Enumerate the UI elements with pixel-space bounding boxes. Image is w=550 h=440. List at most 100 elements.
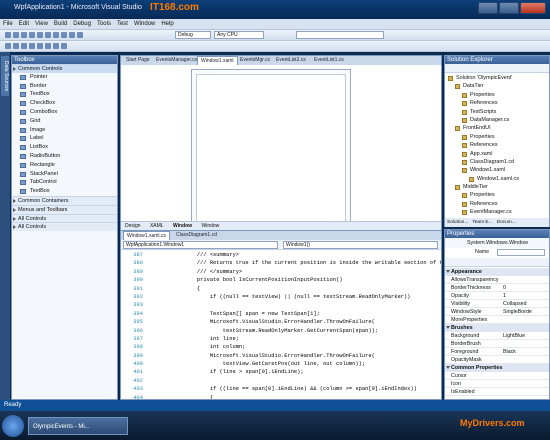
cut-icon[interactable] <box>37 32 43 38</box>
window-breadcrumb-2[interactable]: Window <box>198 223 224 229</box>
solution-tree-item[interactable]: References <box>445 200 549 208</box>
indent-icon[interactable] <box>29 43 35 49</box>
platform-combo[interactable]: Any CPU <box>214 31 264 39</box>
property-value[interactable]: LightBlue <box>503 332 525 340</box>
start-button-icon[interactable] <box>2 415 24 437</box>
toolbox-group[interactable]: All Controls <box>12 222 117 232</box>
minimize-button[interactable] <box>478 2 498 14</box>
explorer-tab[interactable]: Docum... <box>495 220 518 225</box>
property-row[interactable]: WindowStyle SingleBorde <box>445 308 549 316</box>
outdent-icon[interactable] <box>37 43 43 49</box>
property-row[interactable]: Cursor <box>445 372 549 380</box>
menu-window[interactable]: Window <box>131 19 158 27</box>
menu-test[interactable]: Test <box>114 19 131 27</box>
tab-window1-xaml-cs[interactable]: Window1.xaml.cs <box>123 231 170 240</box>
menu-build[interactable]: Build <box>51 19 70 27</box>
solution-tree-item[interactable]: Properties <box>445 91 549 99</box>
code-text-area[interactable]: 387 /// <summary> 388 /// Returns true if… <box>121 251 441 399</box>
toolbox-item-grid[interactable]: Grid <box>12 117 117 126</box>
solution-tree-item[interactable]: App.xaml <box>445 150 549 158</box>
property-row[interactable]: MoreProperties <box>445 316 549 324</box>
toolbox-item-border[interactable]: Border <box>12 82 117 91</box>
property-row[interactable]: AllowsTransparency <box>445 276 549 284</box>
designer-tab[interactable]: EventsMgr.cs <box>237 56 273 65</box>
window1-design-surface[interactable] <box>191 69 351 229</box>
toolbox-group[interactable]: All Controls <box>12 213 117 223</box>
toolbox-item-stackpanel[interactable]: StackPanel <box>12 170 117 179</box>
property-value[interactable]: Collapsed <box>503 300 527 308</box>
open-icon[interactable] <box>13 32 19 38</box>
property-row[interactable]: BorderThickness 0 <box>445 284 549 292</box>
solution-tree-item[interactable]: EventManager.cs <box>445 208 549 216</box>
solution-tree-item[interactable]: Solution 'OlympicEvent' <box>445 74 549 82</box>
paste-icon[interactable] <box>53 32 59 38</box>
maximize-button[interactable] <box>499 2 519 14</box>
toolbox-group-common-controls[interactable]: Common Controls <box>12 64 117 73</box>
toolbox-item-label[interactable]: Label <box>12 134 117 143</box>
menu-debug[interactable]: Debug <box>70 19 94 27</box>
property-value[interactable]: Black <box>503 348 516 356</box>
property-category[interactable]: Common Properties <box>445 364 549 372</box>
start-debug-icon[interactable] <box>77 32 83 38</box>
member-combo[interactable]: Window1() <box>283 241 438 249</box>
toolbox-item-checkbox[interactable]: CheckBox <box>12 99 117 108</box>
property-row[interactable]: Background LightBlue <box>445 332 549 340</box>
bookmark-icon[interactable] <box>61 43 67 49</box>
property-value[interactable]: 0 <box>503 284 506 292</box>
xaml-view-tab[interactable]: XAML <box>146 223 168 229</box>
find-combo[interactable] <box>296 31 384 39</box>
toolbox-item-pointer[interactable]: Pointer <box>12 73 117 82</box>
property-row[interactable]: Foreground Black <box>445 348 549 356</box>
redo-icon[interactable] <box>69 32 75 38</box>
name-input[interactable] <box>497 249 545 256</box>
property-row[interactable]: Opacity 1 <box>445 292 549 300</box>
solution-tree-item[interactable]: DataTier <box>445 82 549 90</box>
menu-tools[interactable]: Tools <box>94 19 114 27</box>
design-view-tab[interactable]: Design <box>121 223 145 229</box>
toolbox-item-tabcontrol[interactable]: TabControl <box>12 178 117 187</box>
solution-tree-item[interactable]: ClassDiagram1.cd <box>445 158 549 166</box>
property-value[interactable]: 1 <box>503 292 506 300</box>
comment-icon[interactable] <box>45 43 51 49</box>
solution-tree-item[interactable]: TestScripts <box>445 108 549 116</box>
designer-tab[interactable]: EventsManager.cs <box>153 56 200 65</box>
tab-classdiagram1[interactable]: ClassDiagram1.cd <box>173 231 220 240</box>
window-preview[interactable] <box>196 74 346 224</box>
designer-tab[interactable]: Start Page <box>123 56 153 65</box>
menu-file[interactable]: File <box>0 19 16 27</box>
toolbox-item-image[interactable]: Image <box>12 126 117 135</box>
designer-tab[interactable]: Window1.xaml <box>197 56 238 65</box>
solution-tree-item[interactable]: FrontEndUI <box>445 124 549 132</box>
copy-icon[interactable] <box>45 32 51 38</box>
align-center-icon[interactable] <box>13 43 19 49</box>
uncomment-icon[interactable] <box>53 43 59 49</box>
solution-tree-item[interactable]: Properties <box>445 191 549 199</box>
solution-tree-item[interactable]: Window1.xaml <box>445 166 549 174</box>
class-combo[interactable]: WpfApplication1.Window1 <box>123 241 278 249</box>
taskbar-item-visual-studio[interactable]: OlympicEvents - Mi... <box>28 417 128 435</box>
align-left-icon[interactable] <box>5 43 11 49</box>
designer-tab[interactable]: EventList2.cs <box>273 56 309 65</box>
menu-view[interactable]: View <box>32 19 51 27</box>
property-row[interactable]: Visibility Collapsed <box>445 300 549 308</box>
property-row[interactable]: OpacityMask <box>445 356 549 364</box>
save-all-icon[interactable] <box>29 32 35 38</box>
save-icon[interactable] <box>21 32 27 38</box>
toolbox-item-rectangle[interactable]: Rectangle <box>12 161 117 170</box>
toolbox-item-textbox[interactable]: TextBox <box>12 187 117 196</box>
explorer-tab[interactable]: Solution... <box>445 220 470 225</box>
undo-icon[interactable] <box>61 32 67 38</box>
property-row[interactable]: Icon <box>445 380 549 388</box>
solution-tree-item[interactable]: References <box>445 141 549 149</box>
property-row[interactable]: BorderBrush <box>445 340 549 348</box>
close-button[interactable] <box>520 2 546 14</box>
menu-edit[interactable]: Edit <box>16 19 32 27</box>
explorer-tab[interactable]: Team E... <box>470 220 494 225</box>
toolbox-item-textbox[interactable]: TextBox <box>12 90 117 99</box>
toolbox-item-listbox[interactable]: ListBox <box>12 143 117 152</box>
solution-tree-item[interactable]: DataManager.cs <box>445 116 549 124</box>
designer-tab[interactable]: EventList1.cs <box>311 56 347 65</box>
new-project-icon[interactable] <box>5 32 11 38</box>
data-sources-side-tab[interactable]: Data Sources <box>0 52 10 400</box>
solution-tree-item[interactable]: Properties <box>445 133 549 141</box>
